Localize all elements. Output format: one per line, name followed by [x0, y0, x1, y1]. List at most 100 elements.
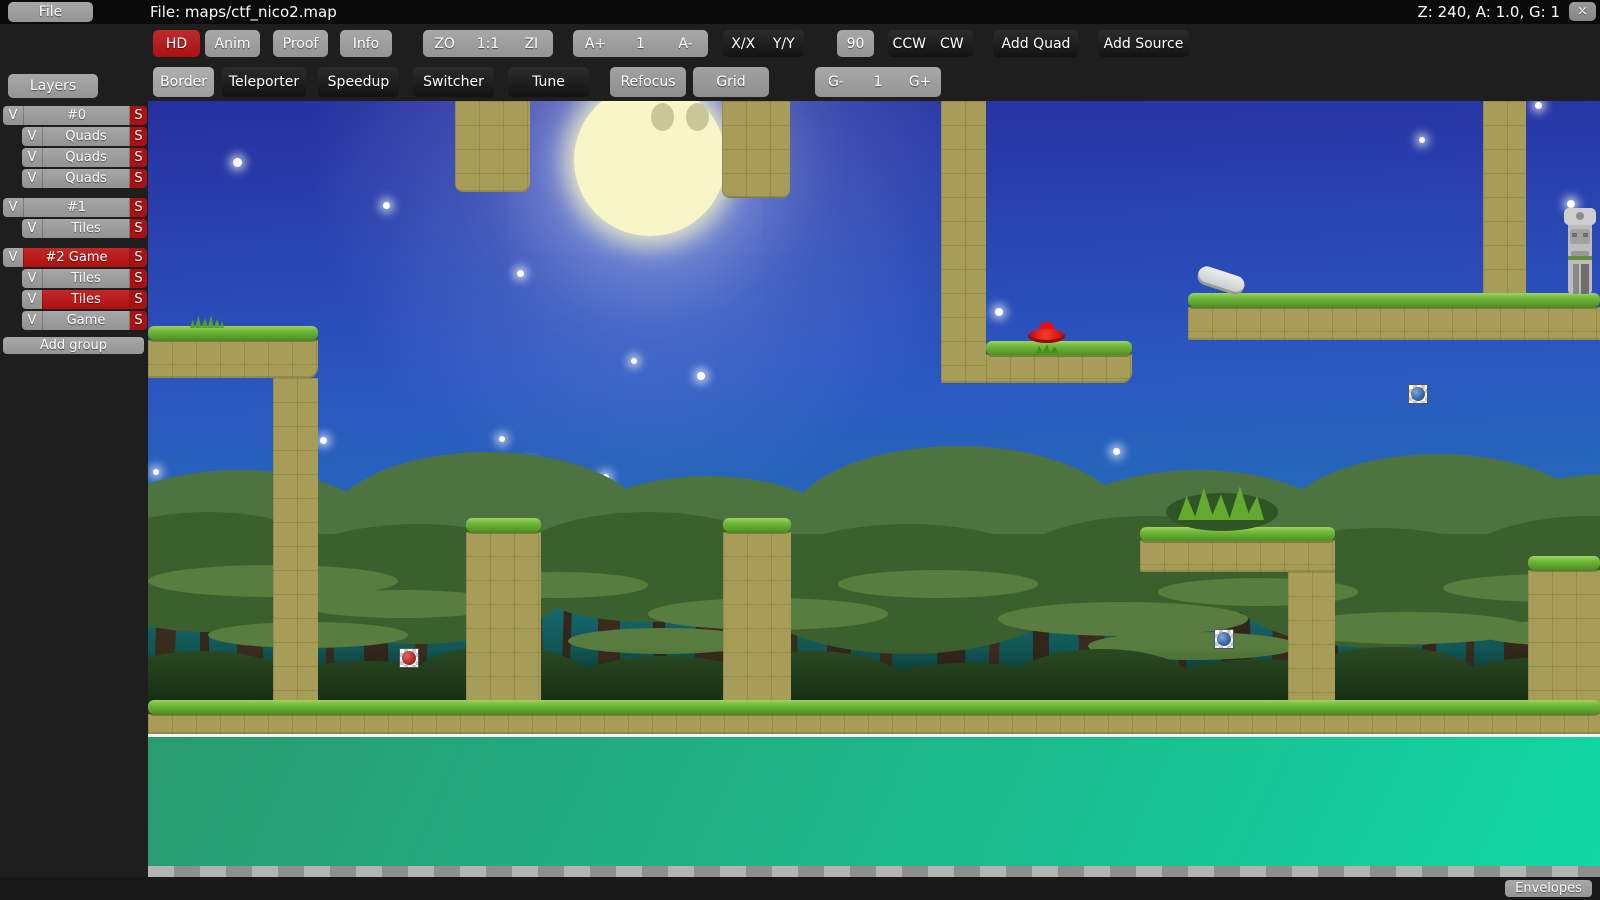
layers-panel-header[interactable]: Layers	[8, 74, 98, 98]
layer-label[interactable]: Tiles	[42, 219, 130, 238]
layer-visibility-toggle[interactable]: V	[22, 311, 42, 330]
add-source-button[interactable]: Add Source	[1098, 30, 1189, 57]
grid-size-group: G- 1 G+	[815, 67, 941, 97]
tile-block	[1188, 307, 1600, 340]
layer-row[interactable]: VQuadsS	[22, 169, 147, 188]
layer-label[interactable]: Quads	[42, 127, 130, 146]
tile-block	[986, 354, 1132, 383]
rotate-amount-button[interactable]: 90	[837, 30, 874, 57]
layer-visibility-toggle[interactable]: V	[3, 106, 23, 125]
layer-visibility-toggle[interactable]: V	[22, 290, 42, 309]
hd-toggle-button[interactable]: HD	[153, 30, 200, 57]
layer-row[interactable]: VTilesS	[22, 290, 147, 309]
layer-visibility-toggle[interactable]: V	[22, 127, 42, 146]
layer-visibility-toggle[interactable]: V	[22, 219, 42, 238]
star	[995, 308, 1003, 316]
canvas-bottom-ruler[interactable]	[148, 866, 1600, 877]
anim-toggle-button[interactable]: Anim	[205, 30, 260, 57]
rotate-ccw-button[interactable]: CCW	[888, 36, 931, 52]
zoom-reset-button[interactable]: 1:1	[466, 36, 509, 52]
layer-row[interactable]: VQuadsS	[22, 148, 147, 167]
zoom-out-button[interactable]: ZO	[423, 36, 466, 52]
layer-visibility-toggle[interactable]: V	[3, 248, 23, 267]
flip-x-button[interactable]: X/X	[723, 36, 764, 52]
anim-speed-up-button[interactable]: A+	[573, 36, 618, 52]
zoom-in-button[interactable]: ZI	[510, 36, 553, 52]
map-file-title: File: maps/ctf_nico2.map	[150, 0, 337, 24]
layer-detail-toggle[interactable]: S	[130, 248, 147, 267]
map-canvas[interactable]	[148, 101, 1600, 866]
layer-row[interactable]: VGameS	[22, 311, 147, 330]
editor-root: { "topbar": { "file_button": "File", "ti…	[0, 0, 1600, 900]
layer-detail-toggle[interactable]: S	[130, 198, 147, 217]
envelopes-button[interactable]: Envelopes	[1505, 880, 1592, 897]
close-editor-button[interactable]: ×	[1569, 2, 1596, 21]
layer-row[interactable]: VQuadsS	[22, 127, 147, 146]
grass-edge	[148, 700, 1600, 714]
speedup-button[interactable]: Speedup	[318, 67, 399, 97]
layer-detail-toggle[interactable]: S	[130, 127, 147, 146]
layer-detail-toggle[interactable]: S	[130, 148, 147, 167]
layer-label[interactable]: Quads	[42, 148, 130, 167]
tile-block	[723, 532, 791, 714]
grid-decrease-button[interactable]: G-	[815, 74, 857, 90]
rotate-cw-button[interactable]: CW	[931, 36, 974, 52]
teleporter-button[interactable]: Teleporter	[222, 67, 306, 97]
rotate-button-group: CCW CW	[888, 30, 973, 57]
layer-row[interactable]: VTilesS	[22, 269, 147, 288]
border-button[interactable]: Border	[153, 67, 214, 97]
layer-row[interactable]: V#0S	[3, 106, 147, 125]
layer-rows: V#0SVQuadsSVQuadsSVQuadsSV#1SVTilesSV#2 …	[0, 106, 147, 332]
leaf-shelf	[838, 570, 1038, 598]
add-group-button[interactable]: Add group	[3, 337, 144, 354]
layer-label[interactable]: Tiles	[42, 269, 130, 288]
water-layer	[148, 737, 1600, 866]
file-menu-button[interactable]: File	[8, 2, 93, 22]
forest-background	[148, 470, 1600, 703]
tile-block	[466, 532, 541, 714]
layer-visibility-toggle[interactable]: V	[22, 148, 42, 167]
layer-label[interactable]: Tiles	[42, 290, 130, 309]
proof-toggle-button[interactable]: Proof	[273, 30, 328, 57]
layer-visibility-toggle[interactable]: V	[22, 169, 42, 188]
layer-label[interactable]: Game	[42, 311, 130, 330]
layer-label[interactable]: Quads	[42, 169, 130, 188]
armor-pickup	[1214, 629, 1234, 649]
layer-row[interactable]: V#2 GameS	[3, 248, 147, 267]
stone-statue	[1558, 204, 1600, 294]
grid-button[interactable]: Grid	[693, 67, 769, 97]
add-quad-button[interactable]: Add Quad	[993, 30, 1079, 57]
layer-visibility-toggle[interactable]: V	[3, 198, 23, 217]
refocus-button[interactable]: Refocus	[610, 67, 686, 97]
star	[383, 202, 390, 209]
anim-speed-group: A+ 1 A-	[573, 30, 708, 57]
layer-detail-toggle[interactable]: S	[130, 311, 147, 330]
layer-visibility-toggle[interactable]: V	[22, 269, 42, 288]
switcher-button[interactable]: Switcher	[413, 67, 494, 97]
info-toggle-button[interactable]: Info	[340, 30, 392, 57]
armor-icon	[1217, 632, 1231, 646]
layer-detail-toggle[interactable]: S	[130, 169, 147, 188]
flower-leaves	[1036, 344, 1058, 353]
layer-label[interactable]: #0	[23, 106, 130, 125]
armor-pickup	[1408, 384, 1428, 404]
layer-row[interactable]: VTilesS	[22, 219, 147, 238]
layer-detail-toggle[interactable]: S	[130, 290, 147, 309]
heart-pickup	[399, 648, 419, 668]
status-readout: Z: 240, A: 1.0, G: 1	[1418, 0, 1560, 24]
layer-label[interactable]: #1	[23, 198, 130, 217]
flip-y-button[interactable]: Y/Y	[764, 36, 805, 52]
star	[517, 270, 524, 277]
layer-row[interactable]: V#1S	[3, 198, 147, 217]
anim-speed-down-button[interactable]: A-	[663, 36, 708, 52]
tune-button[interactable]: Tune	[508, 67, 589, 97]
grass-edge	[723, 518, 791, 532]
layer-label[interactable]: #2 Game	[23, 248, 130, 267]
star	[499, 436, 505, 442]
star	[1113, 448, 1120, 455]
tile-block	[455, 101, 530, 192]
layer-detail-toggle[interactable]: S	[130, 269, 147, 288]
grid-increase-button[interactable]: G+	[899, 74, 941, 90]
layer-detail-toggle[interactable]: S	[130, 106, 147, 125]
layer-detail-toggle[interactable]: S	[130, 219, 147, 238]
